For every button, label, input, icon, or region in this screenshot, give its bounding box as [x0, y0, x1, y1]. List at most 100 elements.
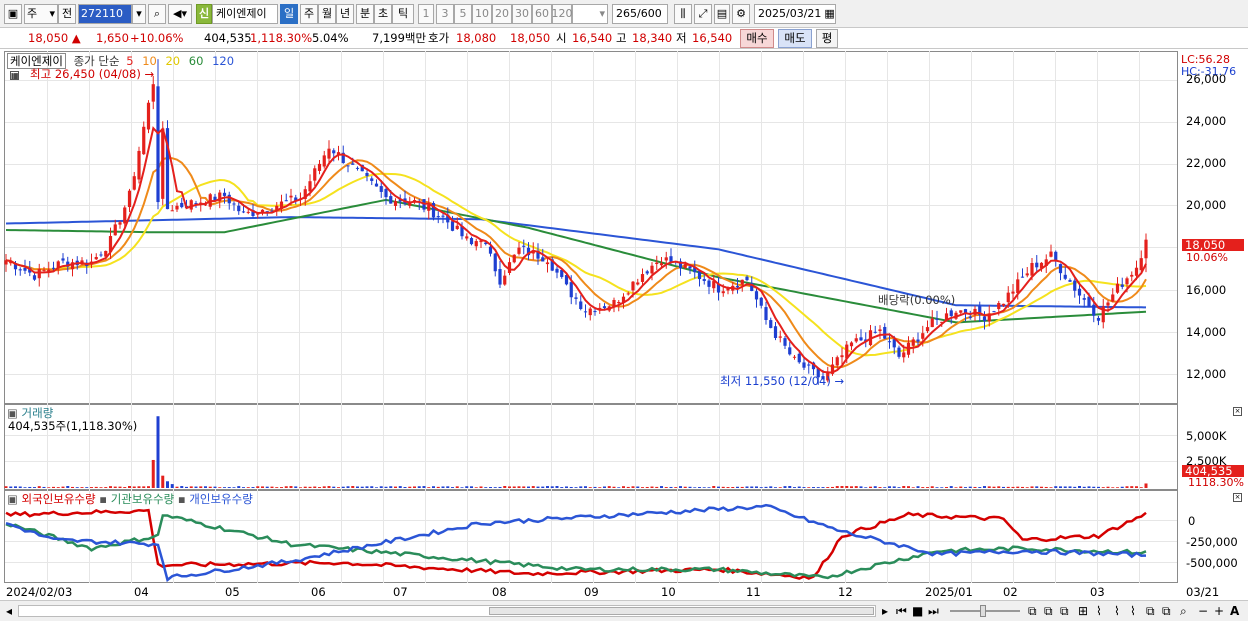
volume-bar: [1059, 486, 1062, 488]
volume-bar: [237, 486, 241, 488]
candle-body: [702, 279, 706, 281]
volume-bar: [1021, 486, 1024, 488]
volume-bar: [968, 486, 972, 488]
candle-body: [379, 186, 383, 192]
window-icon[interactable]: ⧉: [1162, 604, 1171, 618]
candle-body: [488, 246, 493, 254]
zigzag-icon[interactable]: ⌇: [1096, 604, 1102, 618]
window-icon[interactable]: ⧉: [1060, 604, 1069, 618]
forward-icon[interactable]: ⏭: [928, 604, 939, 618]
volume-bar: [109, 486, 112, 488]
candle-body: [317, 163, 322, 171]
candle-body: [1120, 284, 1124, 287]
scroll-left-icon[interactable]: ◂: [6, 604, 12, 618]
zigzag-icon[interactable]: ⌇: [1114, 604, 1120, 618]
candle-body: [545, 262, 550, 265]
zoom-out-search-icon[interactable]: ⌕: [1180, 604, 1187, 618]
candle-body: [161, 128, 165, 199]
candle-body: [1111, 294, 1115, 302]
volume-bar: [945, 487, 948, 488]
candle-body: [374, 183, 379, 187]
volume-bar: [308, 486, 312, 488]
candle-body: [1082, 298, 1086, 300]
volume-bar: [61, 486, 65, 488]
scroll-thumb[interactable]: [489, 607, 874, 615]
volume-bar: [1087, 486, 1091, 488]
grid-toggle-icon[interactable]: ▦: [10, 71, 19, 80]
price-tick: 22,000: [1186, 156, 1227, 170]
candle-body: [512, 254, 516, 263]
volume-bar: [845, 485, 849, 488]
volume-bar: [812, 487, 815, 488]
candle-body: [636, 282, 640, 285]
volume-bar: [911, 487, 915, 488]
volume-bar: [821, 487, 825, 488]
zoom-slider[interactable]: [950, 605, 1020, 617]
candle-body: [260, 209, 265, 212]
volume-bar: [356, 486, 359, 488]
candle-body: [764, 307, 768, 320]
volume-bar: [797, 486, 801, 488]
candle-body: [351, 163, 355, 165]
candle-body: [854, 338, 858, 342]
candle-body: [498, 269, 502, 285]
window-icon[interactable]: ⧉: [1028, 604, 1037, 618]
candle-body: [1068, 280, 1072, 282]
volume-bar: [123, 487, 127, 488]
volume-current-pct: 1118.30%: [1188, 476, 1244, 489]
volume-bar: [859, 486, 863, 488]
volume-bar: [916, 486, 920, 488]
candle-body: [949, 310, 953, 316]
candle-body: [541, 257, 545, 262]
volume-bar: [436, 486, 440, 488]
zoom-handle[interactable]: [980, 605, 986, 617]
volume-bar: [261, 486, 264, 488]
volume-bar: [783, 486, 787, 488]
stop-icon[interactable]: ■: [912, 604, 923, 618]
zigzag-icon[interactable]: ⌇: [1130, 604, 1136, 618]
volume-bar: [118, 486, 122, 488]
window-icon[interactable]: ⧉: [1146, 604, 1155, 618]
grid-icon[interactable]: ⊞: [1078, 604, 1088, 618]
candle-body: [332, 150, 336, 154]
x-tick: 11: [746, 585, 761, 599]
volume-bar: [717, 486, 720, 488]
x-tick: 03/21: [1186, 585, 1220, 599]
volume-bar: [1035, 486, 1039, 488]
minus-icon[interactable]: −: [1198, 604, 1208, 618]
volume-bar: [204, 486, 207, 488]
font-size-icon[interactable]: A: [1230, 604, 1239, 618]
volume-bar: [1116, 487, 1119, 488]
candle-body: [450, 221, 455, 231]
volume-bar: [707, 487, 711, 488]
volume-bar: [997, 486, 1001, 488]
close-icon[interactable]: ×: [1233, 407, 1242, 416]
candle-body: [574, 297, 578, 299]
volume-bar: [864, 487, 868, 488]
x-tick: 03: [1090, 585, 1105, 599]
rewind-icon[interactable]: ⏮: [896, 604, 907, 618]
candle-body: [455, 225, 459, 229]
candle-body: [902, 352, 906, 358]
volume-bar: [394, 486, 397, 488]
close-icon[interactable]: ×: [1233, 493, 1242, 502]
volume-bar: [413, 486, 416, 488]
volume-bar: [1106, 486, 1110, 488]
volume-bar: [536, 486, 540, 488]
candle-body: [916, 339, 920, 342]
candle-body: [232, 203, 236, 205]
window-icon[interactable]: ⧉: [1044, 604, 1053, 618]
volume-bar: [978, 487, 982, 488]
plus-icon[interactable]: +: [1214, 604, 1224, 618]
scroll-track[interactable]: [18, 605, 876, 617]
candle-body: [42, 269, 46, 271]
play-icon[interactable]: ▸: [882, 604, 888, 618]
volume-bar: [1125, 486, 1129, 488]
volume-bar: [1139, 487, 1143, 488]
volume-bar: [427, 487, 431, 488]
volume-bar: [1097, 486, 1100, 488]
volume-bar: [655, 486, 659, 488]
candle-body: [436, 216, 440, 218]
candle-body: [227, 194, 231, 204]
candle-body: [807, 364, 811, 366]
